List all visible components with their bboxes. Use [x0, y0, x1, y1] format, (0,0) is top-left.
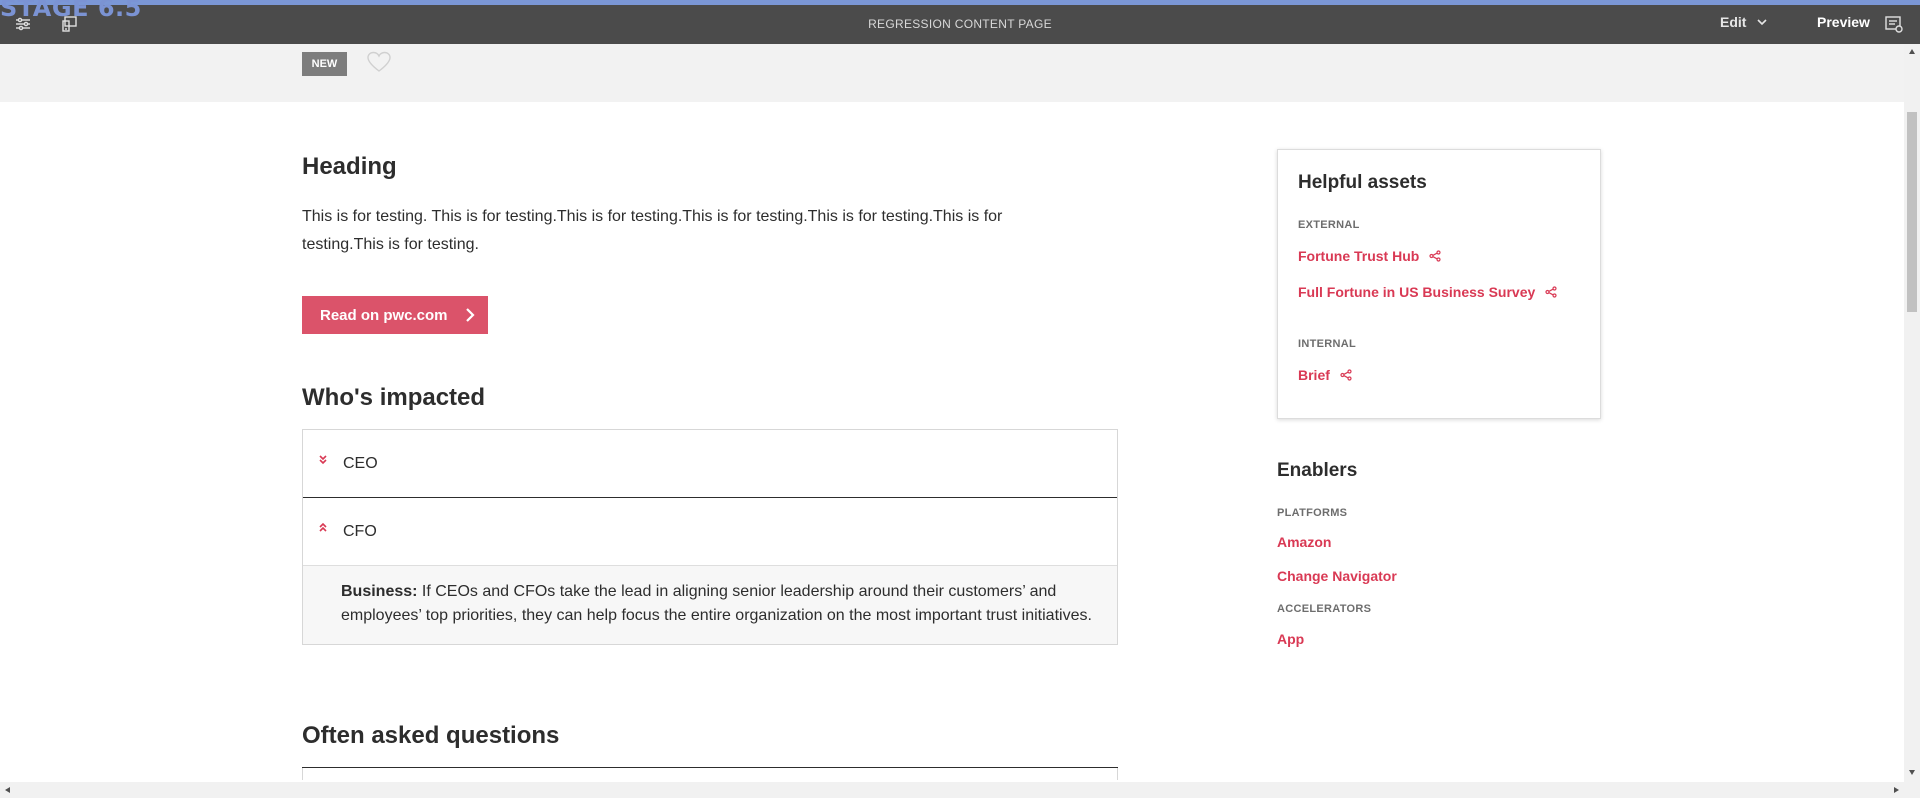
internal-label: INTERNAL — [1298, 338, 1357, 350]
faq-accordion — [302, 768, 1118, 780]
chevron-down-icon — [1757, 19, 1768, 26]
external-label: EXTERNAL — [1298, 219, 1360, 231]
platforms-label: PLATFORMS — [1277, 507, 1348, 519]
helpful-assets-title: Helpful assets — [1298, 172, 1427, 193]
heart-icon[interactable] — [366, 50, 392, 74]
impact-accordion: CEO CFO Business: If CEOs and CFOs take … — [302, 429, 1118, 645]
double-chevron-down-icon — [319, 454, 327, 464]
accelerators-label: ACCELERATORS — [1277, 603, 1372, 615]
helpful-assets-card: Helpful assets EXTERNAL Fortune Trust Hu… — [1277, 149, 1601, 419]
body-paragraph: This is for testing. This is for testing… — [302, 208, 1003, 253]
whos-impacted-heading: Who's impacted — [302, 384, 486, 411]
asset-link-fortune-trust-hub[interactable]: Fortune Trust Hub — [1298, 248, 1441, 264]
scroll-up-icon[interactable] — [1908, 48, 1916, 56]
enabler-link-amazon[interactable]: Amazon — [1277, 534, 1331, 550]
enablers-title: Enablers — [1277, 460, 1358, 481]
scroll-left-icon[interactable] — [4, 786, 12, 794]
share-icon — [1340, 369, 1352, 381]
asset-link-business-survey[interactable]: Full Fortune in US Business Survey — [1298, 284, 1557, 300]
horizontal-scrollbar[interactable] — [0, 782, 1920, 798]
page-info-icon[interactable] — [1884, 14, 1904, 34]
chevron-right-icon — [465, 308, 475, 322]
page-heading: Heading — [302, 153, 397, 180]
scroll-down-icon[interactable] — [1908, 768, 1916, 776]
accordion-item-cfo[interactable]: CFO — [303, 498, 1117, 566]
panel-text: If CEOs and CFOs take the lead in aligni… — [341, 583, 1092, 624]
cta-label: Read on pwc.com — [320, 306, 448, 324]
editor-toolbar: REGRESSION CONTENT PAGE Edit Preview — [0, 5, 1920, 44]
panel-label: Business: — [341, 583, 418, 600]
asset-link-label: Fortune Trust Hub — [1298, 248, 1420, 264]
edit-label: Edit — [1720, 14, 1747, 30]
double-chevron-up-icon — [319, 522, 327, 532]
accordion-label: CEO — [343, 454, 378, 472]
accordion-label: CFO — [343, 522, 377, 540]
accordion-panel-cfo: Business: If CEOs and CFOs take the lead… — [303, 566, 1117, 644]
new-badge: NEW — [302, 52, 347, 76]
accordion-item-ceo[interactable]: CEO — [303, 430, 1117, 498]
share-icon — [1429, 250, 1441, 262]
read-on-pwc-button[interactable]: Read on pwc.com — [302, 296, 488, 334]
enabler-link-change-navigator[interactable]: Change Navigator — [1277, 568, 1397, 584]
faq-heading: Often asked questions — [302, 722, 560, 749]
hero-band — [0, 44, 1904, 102]
share-icon — [1545, 286, 1557, 298]
edit-mode-button[interactable]: Edit — [1720, 14, 1768, 30]
scrollbar-thumb[interactable] — [1907, 112, 1917, 312]
asset-link-label: Brief — [1298, 367, 1330, 383]
asset-link-label: Full Fortune in US Business Survey — [1298, 284, 1536, 300]
vertical-scrollbar[interactable] — [1904, 44, 1920, 782]
page-title: REGRESSION CONTENT PAGE — [868, 17, 1052, 31]
stage-label: STAGE 6.5 — [0, 0, 142, 22]
asset-link-brief[interactable]: Brief — [1298, 367, 1352, 383]
enabler-link-app[interactable]: App — [1277, 631, 1304, 647]
preview-button[interactable]: Preview — [1817, 14, 1870, 30]
scroll-right-icon[interactable] — [1892, 786, 1900, 794]
